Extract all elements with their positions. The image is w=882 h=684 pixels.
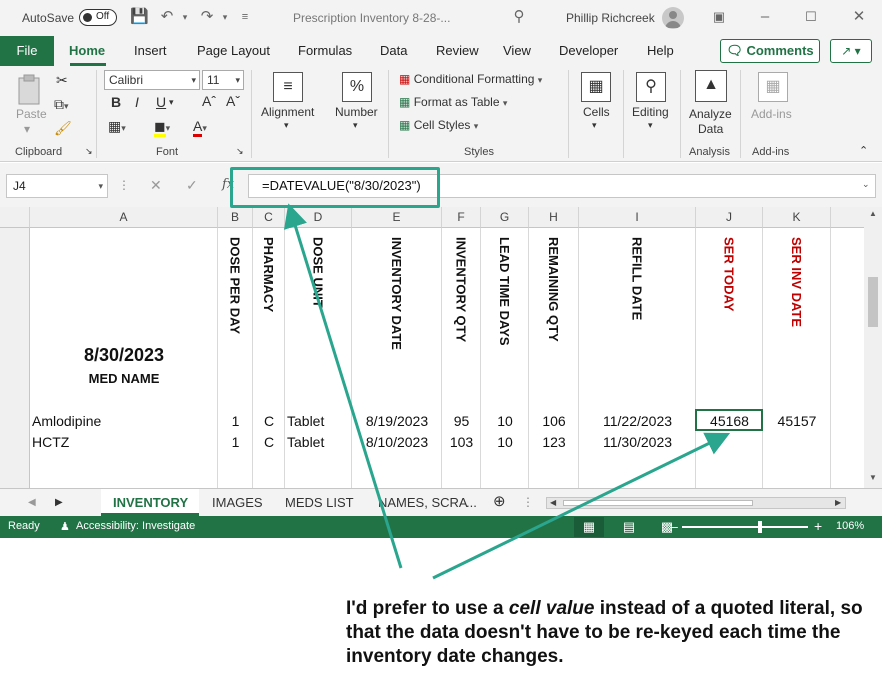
annotation-note: I'd prefer to use a cell value instead o… [346, 597, 866, 669]
annotation-part1: I'd prefer to use a [346, 598, 509, 619]
arrow-to-formula [283, 203, 403, 569]
arrow-to-result [432, 432, 731, 580]
annotation-emphasis: cell value [508, 598, 595, 619]
excel-window: AutoSave Off 💾 ↶ ▾ ↷ ▾ ≡ Prescription In… [0, 0, 882, 684]
annotation-arrows [283, 203, 731, 580]
